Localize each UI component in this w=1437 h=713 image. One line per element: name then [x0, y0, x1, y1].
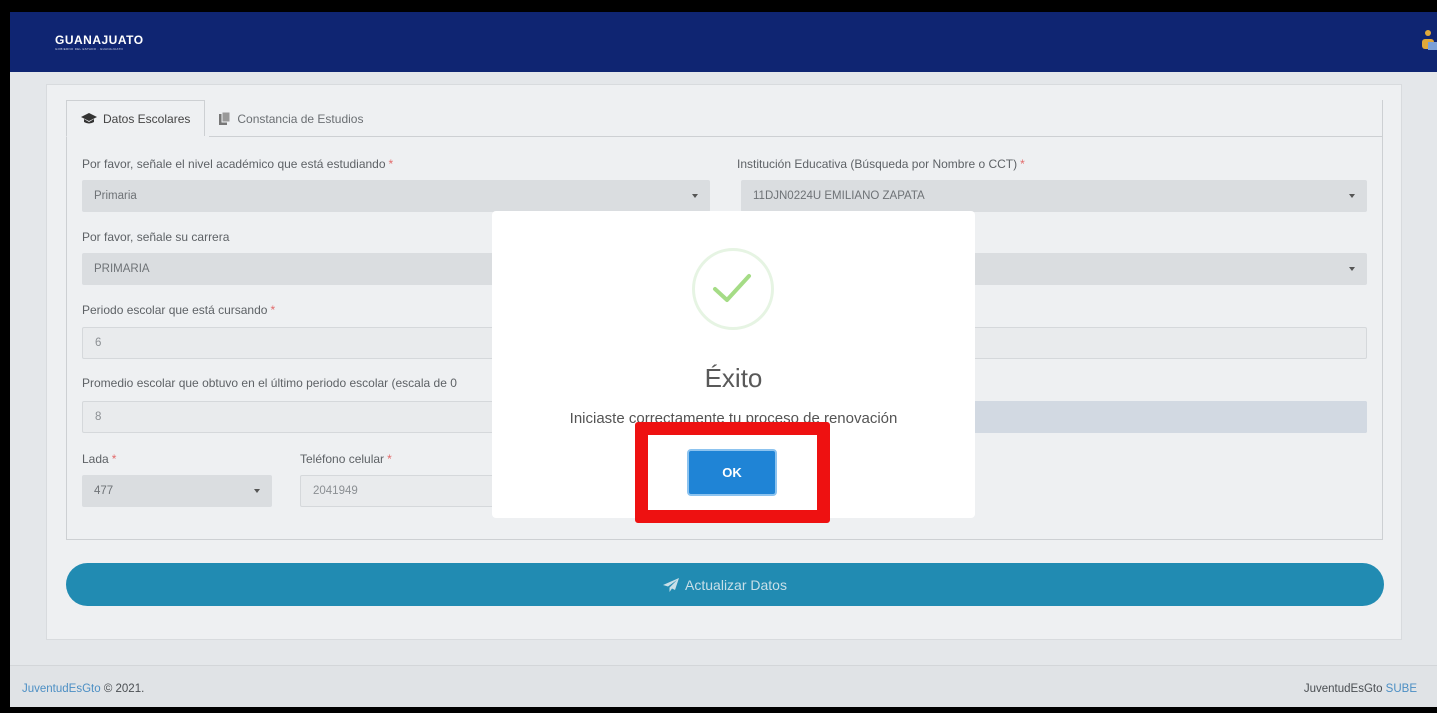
tab-label: Constancia de Estudios: [237, 111, 364, 126]
chevron-down-icon: [1349, 194, 1355, 198]
nivel-label: Por favor, señale el nivel académico que…: [82, 157, 394, 171]
success-check-icon: [692, 248, 774, 330]
chevron-down-icon: [1349, 267, 1355, 271]
footer-home-link[interactable]: JuventudEsGto: [22, 683, 101, 695]
highlight-box: [635, 422, 830, 523]
app-window: GUANAJUATO GOBIERNO DEL ESTADO · GUANAJU…: [10, 12, 1437, 707]
nivel-value: Primaria: [94, 190, 137, 202]
lada-label: Lada *: [82, 452, 117, 466]
tab-bar: Datos Escolares Constancia de Estudios: [66, 100, 377, 137]
paper-plane-icon: [663, 577, 680, 592]
tab-datos-escolares[interactable]: Datos Escolares: [66, 100, 206, 137]
institucion-label: Institución Educativa (Búsqueda por Nomb…: [737, 157, 1025, 171]
brand-logo[interactable]: GUANAJUATO GOBIERNO DEL ESTADO · GUANAJU…: [55, 34, 144, 52]
brand-name: GUANAJUATO: [55, 33, 144, 47]
lada-select[interactable]: 477: [82, 475, 272, 507]
footer: JuventudEsGto © 2021. JuventudEsGto SUBE: [10, 665, 1437, 707]
graduation-cap-icon: [81, 113, 97, 124]
update-button-label: Actualizar Datos: [685, 576, 787, 593]
periodo-label: Periodo escolar que está cursando *: [82, 303, 276, 317]
footer-copyright: JuventudEsGto © 2021.: [22, 683, 145, 695]
carrera-label: Por favor, señale su carrera: [82, 230, 230, 244]
chevron-down-icon: [692, 194, 698, 198]
user-menu-icon[interactable]: [1419, 28, 1437, 54]
brand-subtitle: GOBIERNO DEL ESTADO · GUANAJUATO: [55, 47, 124, 51]
tab-constancia-estudios[interactable]: Constancia de Estudios: [205, 100, 377, 137]
chevron-down-icon: [254, 489, 260, 493]
telefono-value: 2041949: [313, 485, 358, 497]
institucion-select[interactable]: 11DJN0224U EMILIANO ZAPATA: [741, 180, 1367, 212]
institucion-value: 11DJN0224U EMILIANO ZAPATA: [753, 190, 925, 202]
footer-sube-link[interactable]: SUBE: [1386, 683, 1417, 695]
top-navbar: GUANAJUATO GOBIERNO DEL ESTADO · GUANAJU…: [10, 12, 1437, 72]
nivel-select[interactable]: Primaria: [82, 180, 710, 212]
carrera-value: PRIMARIA: [94, 263, 150, 275]
periodo-value: 6: [95, 337, 102, 349]
lada-value: 477: [94, 485, 114, 497]
update-data-button[interactable]: Actualizar Datos: [66, 563, 1384, 606]
tab-label: Datos Escolares: [103, 111, 191, 126]
promedio-value: 8: [95, 411, 102, 423]
documents-icon: [219, 112, 231, 125]
telefono-label: Teléfono celular *: [300, 452, 392, 466]
dialog-title: Éxito: [704, 363, 763, 393]
footer-credits: JuventudEsGto SUBE: [1303, 683, 1417, 695]
promedio-label: Promedio escolar que obtuvo en el último…: [82, 376, 457, 390]
